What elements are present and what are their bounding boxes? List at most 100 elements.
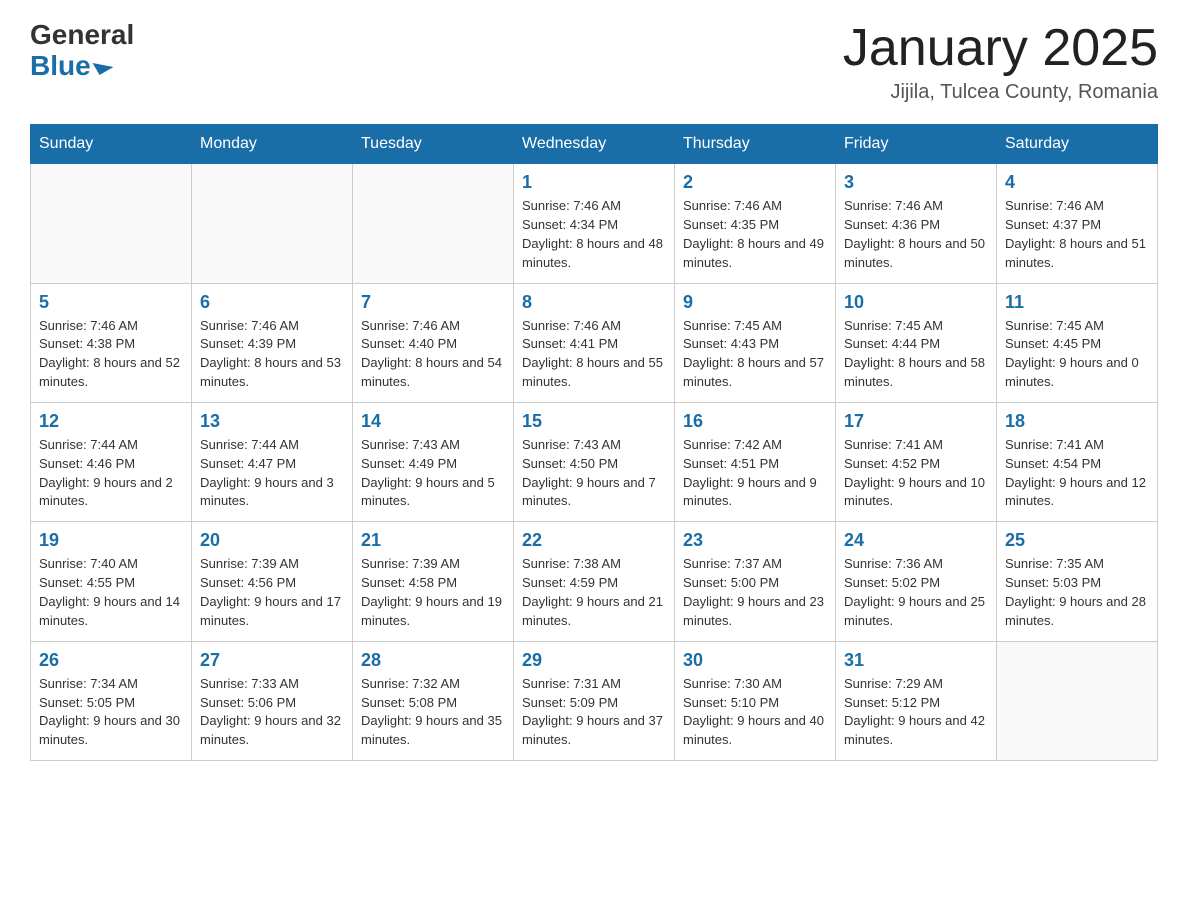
logo-blue-text: Blue [30,51,134,82]
month-title: January 2025 [843,20,1158,77]
title-area: January 2025 Jijila, Tulcea County, Roma… [843,20,1158,104]
day-number: 27 [200,650,344,671]
logo: General Blue [30,20,134,82]
day-info: Sunrise: 7:34 AMSunset: 5:05 PMDaylight:… [39,675,183,750]
calendar-cell: 24 Sunrise: 7:36 AMSunset: 5:02 PMDayligh… [836,522,997,641]
day-info: Sunrise: 7:41 AMSunset: 4:52 PMDaylight:… [844,436,988,511]
day-number: 23 [683,530,827,551]
header-cell-wednesday: Wednesday [514,125,675,164]
day-info: Sunrise: 7:46 AMSunset: 4:34 PMDaylight:… [522,197,666,272]
day-info: Sunrise: 7:42 AMSunset: 4:51 PMDaylight:… [683,436,827,511]
day-number: 12 [39,411,183,432]
day-number: 15 [522,411,666,432]
calendar-week-2: 5 Sunrise: 7:46 AMSunset: 4:38 PMDaylight… [31,283,1158,402]
calendar-cell: 31Sunrise: 7:29 AMSunset: 5:12 PMDayligh… [836,641,997,760]
day-info: Sunrise: 7:40 AMSunset: 4:55 PMDaylight:… [39,555,183,630]
day-info: Sunrise: 7:43 AMSunset: 4:49 PMDaylight:… [361,436,505,511]
calendar-cell: 25 Sunrise: 7:35 AMSunset: 5:03 PMDayligh… [997,522,1158,641]
day-number: 26 [39,650,183,671]
calendar-body: 1 Sunrise: 7:46 AMSunset: 4:34 PMDaylight… [31,164,1158,761]
logo-general-text: General [30,20,134,51]
header-cell-friday: Friday [836,125,997,164]
calendar-cell: 6Sunrise: 7:46 AMSunset: 4:39 PMDaylight… [192,283,353,402]
calendar-cell: 29 Sunrise: 7:31 AMSunset: 5:09 PMDayligh… [514,641,675,760]
day-info: Sunrise: 7:39 AMSunset: 4:56 PMDaylight:… [200,555,344,630]
calendar-cell: 5 Sunrise: 7:46 AMSunset: 4:38 PMDaylight… [31,283,192,402]
calendar-cell: 16 Sunrise: 7:42 AMSunset: 4:51 PMDayligh… [675,402,836,521]
day-number: 16 [683,411,827,432]
calendar-cell: 26 Sunrise: 7:34 AMSunset: 5:05 PMDayligh… [31,641,192,760]
calendar-cell: 4Sunrise: 7:46 AMSunset: 4:37 PMDaylight… [997,164,1158,283]
day-info: Sunrise: 7:38 AMSunset: 4:59 PMDaylight:… [522,555,666,630]
calendar-cell [192,164,353,283]
day-number: 22 [522,530,666,551]
day-info: Sunrise: 7:46 AMSunset: 4:39 PMDaylight:… [200,317,344,392]
day-info: Sunrise: 7:29 AMSunset: 5:12 PMDaylight:… [844,675,988,750]
day-info: Sunrise: 7:46 AMSunset: 4:36 PMDaylight:… [844,197,988,272]
calendar-cell: 19Sunrise: 7:40 AMSunset: 4:55 PMDayligh… [31,522,192,641]
calendar-week-3: 12 Sunrise: 7:44 AMSunset: 4:46 PMDayligh… [31,402,1158,521]
calendar-cell: 8Sunrise: 7:46 AMSunset: 4:41 PMDaylight… [514,283,675,402]
day-info: Sunrise: 7:44 AMSunset: 4:46 PMDaylight:… [39,436,183,511]
calendar-cell [353,164,514,283]
calendar-cell: 23 Sunrise: 7:37 AMSunset: 5:00 PMDayligh… [675,522,836,641]
day-number: 29 [522,650,666,671]
calendar-cell: 28 Sunrise: 7:32 AMSunset: 5:08 PMDayligh… [353,641,514,760]
calendar-week-1: 1 Sunrise: 7:46 AMSunset: 4:34 PMDaylight… [31,164,1158,283]
day-number: 9 [683,292,827,313]
calendar-cell: 3 Sunrise: 7:46 AMSunset: 4:36 PMDaylight… [836,164,997,283]
calendar-cell: 21 Sunrise: 7:39 AMSunset: 4:58 PMDayligh… [353,522,514,641]
calendar-cell: 10Sunrise: 7:45 AMSunset: 4:44 PMDayligh… [836,283,997,402]
header-cell-thursday: Thursday [675,125,836,164]
day-number: 13 [200,411,344,432]
day-number: 5 [39,292,183,313]
header-cell-saturday: Saturday [997,125,1158,164]
page-header: General Blue January 2025 Jijila, Tulcea… [30,20,1158,104]
calendar-cell: 20Sunrise: 7:39 AMSunset: 4:56 PMDayligh… [192,522,353,641]
day-info: Sunrise: 7:45 AMSunset: 4:45 PMDaylight:… [1005,317,1149,392]
day-number: 3 [844,172,988,193]
day-number: 7 [361,292,505,313]
calendar-cell: 15 Sunrise: 7:43 AMSunset: 4:50 PMDayligh… [514,402,675,521]
day-info: Sunrise: 7:32 AMSunset: 5:08 PMDaylight:… [361,675,505,750]
calendar-cell: 18 Sunrise: 7:41 AMSunset: 4:54 PMDayligh… [997,402,1158,521]
day-info: Sunrise: 7:46 AMSunset: 4:38 PMDaylight:… [39,317,183,392]
calendar-cell: 22 Sunrise: 7:38 AMSunset: 4:59 PMDayligh… [514,522,675,641]
day-number: 14 [361,411,505,432]
day-number: 21 [361,530,505,551]
day-info: Sunrise: 7:46 AMSunset: 4:41 PMDaylight:… [522,317,666,392]
calendar-cell: 9 Sunrise: 7:45 AMSunset: 4:43 PMDaylight… [675,283,836,402]
header-cell-sunday: Sunday [31,125,192,164]
calendar-cell: 11 Sunrise: 7:45 AMSunset: 4:45 PMDayligh… [997,283,1158,402]
day-number: 18 [1005,411,1149,432]
calendar-cell: 12 Sunrise: 7:44 AMSunset: 4:46 PMDayligh… [31,402,192,521]
day-info: Sunrise: 7:30 AMSunset: 5:10 PMDaylight:… [683,675,827,750]
header-row: SundayMondayTuesdayWednesdayThursdayFrid… [31,125,1158,164]
calendar-cell: 13 Sunrise: 7:44 AMSunset: 4:47 PMDayligh… [192,402,353,521]
day-number: 11 [1005,292,1149,313]
calendar-table: SundayMondayTuesdayWednesdayThursdayFrid… [30,124,1158,761]
day-info: Sunrise: 7:45 AMSunset: 4:43 PMDaylight:… [683,317,827,392]
header-cell-tuesday: Tuesday [353,125,514,164]
day-number: 10 [844,292,988,313]
day-number: 4 [1005,172,1149,193]
day-number: 28 [361,650,505,671]
day-info: Sunrise: 7:36 AMSunset: 5:02 PMDaylight:… [844,555,988,630]
day-number: 1 [522,172,666,193]
day-info: Sunrise: 7:41 AMSunset: 4:54 PMDaylight:… [1005,436,1149,511]
day-info: Sunrise: 7:44 AMSunset: 4:47 PMDaylight:… [200,436,344,511]
day-number: 2 [683,172,827,193]
day-info: Sunrise: 7:35 AMSunset: 5:03 PMDaylight:… [1005,555,1149,630]
calendar-cell: 27Sunrise: 7:33 AMSunset: 5:06 PMDayligh… [192,641,353,760]
calendar-cell: 2 Sunrise: 7:46 AMSunset: 4:35 PMDaylight… [675,164,836,283]
logo-arrow-icon [92,55,113,75]
day-number: 24 [844,530,988,551]
day-info: Sunrise: 7:46 AMSunset: 4:35 PMDaylight:… [683,197,827,272]
day-info: Sunrise: 7:31 AMSunset: 5:09 PMDaylight:… [522,675,666,750]
day-info: Sunrise: 7:37 AMSunset: 5:00 PMDaylight:… [683,555,827,630]
day-info: Sunrise: 7:43 AMSunset: 4:50 PMDaylight:… [522,436,666,511]
location-subtitle: Jijila, Tulcea County, Romania [843,81,1158,104]
day-number: 25 [1005,530,1149,551]
day-info: Sunrise: 7:39 AMSunset: 4:58 PMDaylight:… [361,555,505,630]
day-number: 30 [683,650,827,671]
